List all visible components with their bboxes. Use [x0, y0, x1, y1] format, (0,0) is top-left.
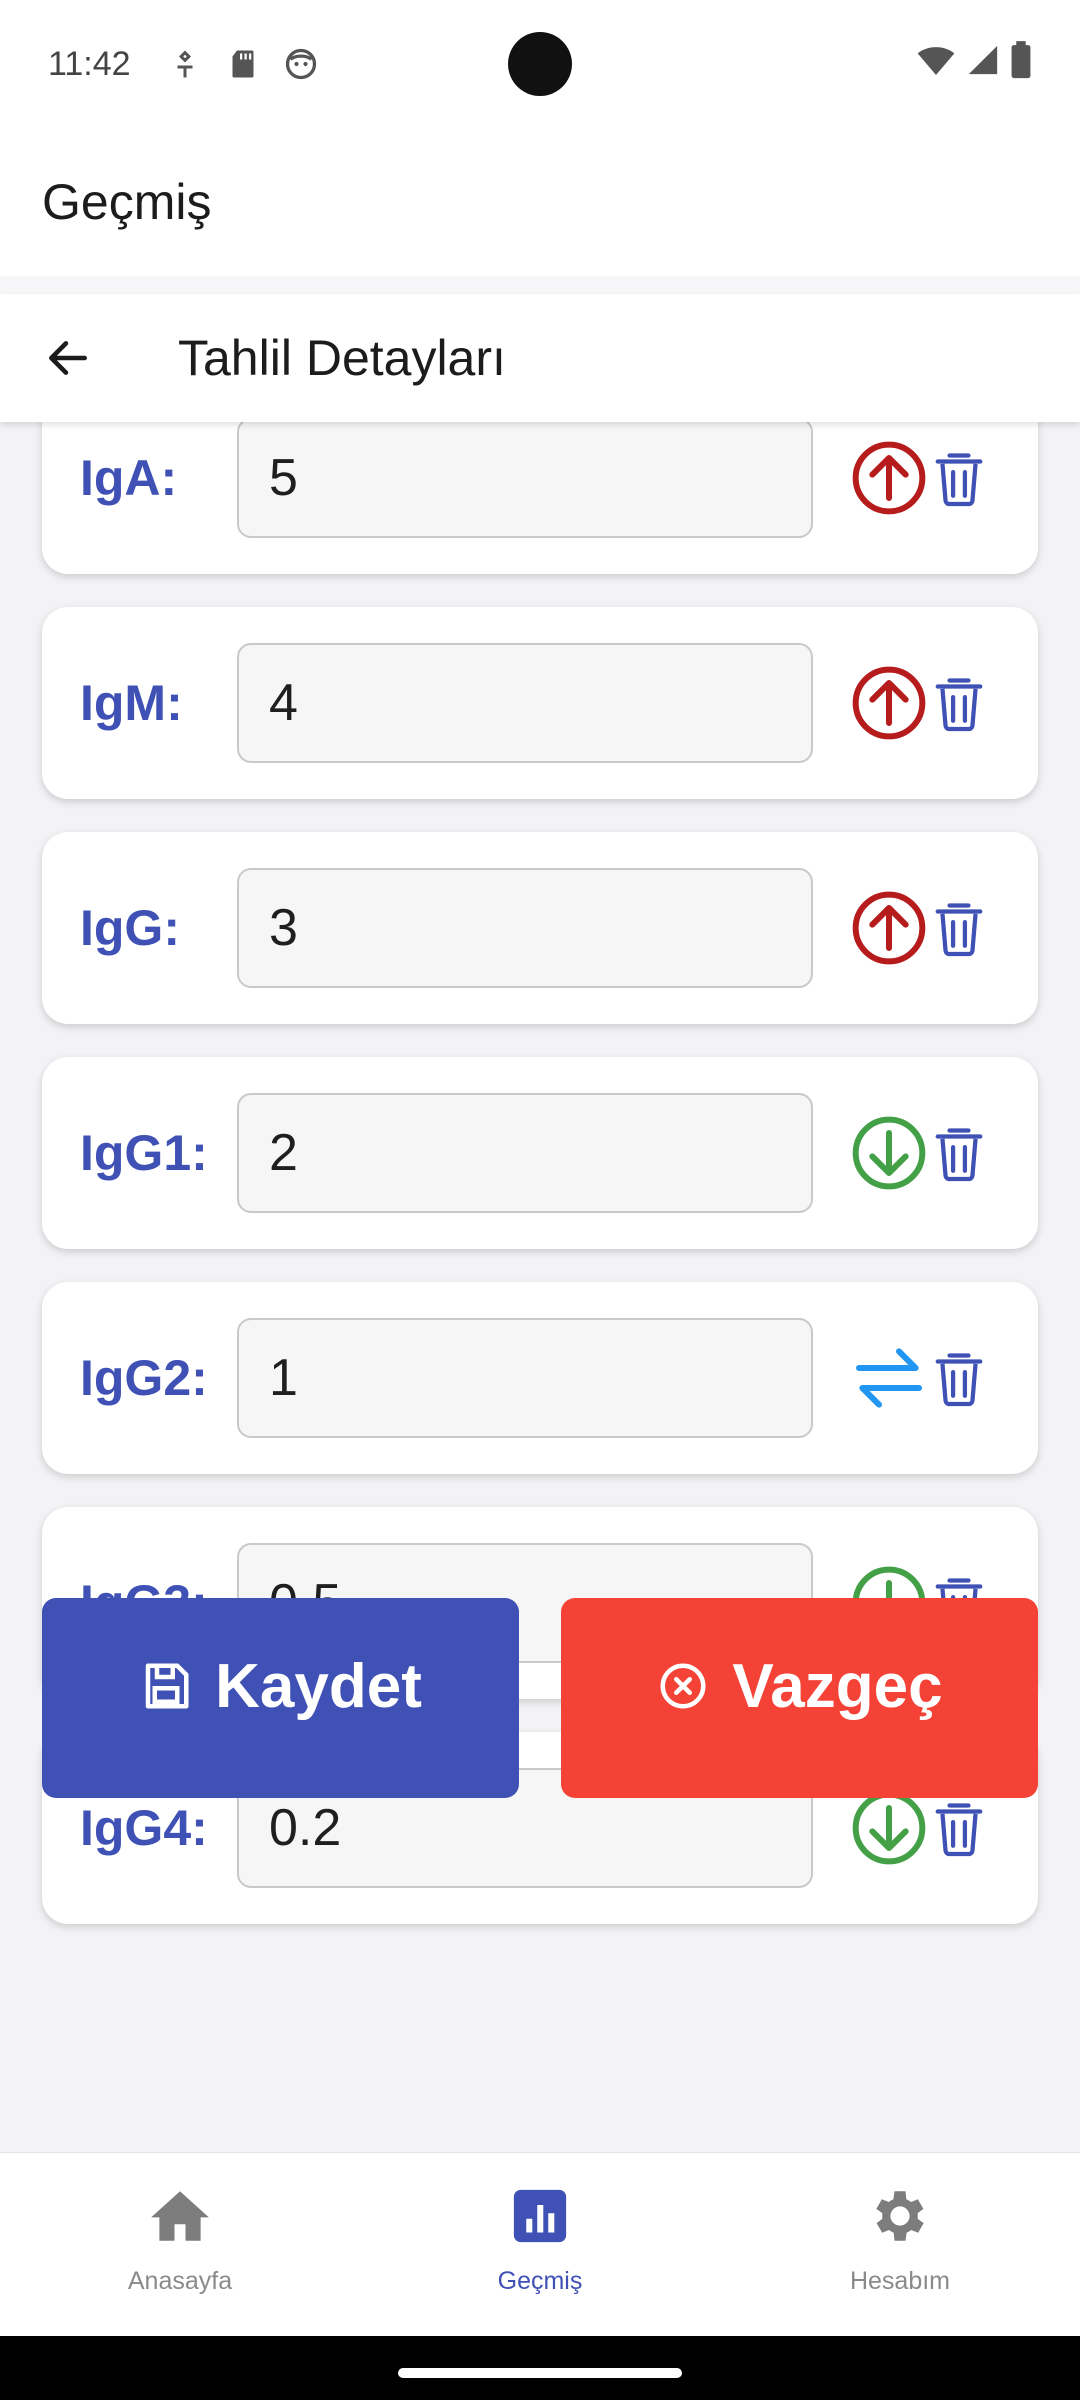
sd-card-icon	[232, 50, 254, 78]
arrow-up-circle-icon	[849, 888, 929, 968]
status-bar: 11:42	[0, 0, 1080, 128]
floppy-disk-icon	[145, 1663, 189, 1709]
nav-item-home[interactable]: Anasayfa	[0, 2153, 360, 2336]
signal-icon	[968, 45, 998, 75]
wifi-icon	[917, 47, 955, 75]
result-card: IgM: 4	[42, 607, 1038, 799]
result-value-input[interactable]: 5	[237, 422, 813, 538]
sub-header: Tahlil Detayları	[0, 294, 1080, 422]
accessibility-icon	[177, 50, 193, 78]
gear-icon	[876, 2191, 924, 2241]
result-label: IgM:	[80, 675, 183, 731]
result-card: IgG: 3	[42, 832, 1038, 1024]
cancel-button-label: Vazgeç	[732, 1651, 943, 1721]
status-notification-icons	[167, 46, 319, 82]
result-label: IgG1:	[80, 1125, 208, 1181]
trash-icon[interactable]	[931, 1347, 987, 1409]
result-label: IgG4:	[80, 1800, 208, 1856]
result-card: IgA: 5	[42, 422, 1038, 574]
arrow-up-circle-icon	[849, 663, 929, 743]
face-icon	[285, 48, 316, 80]
nav-label-history: Geçmiş	[497, 2267, 583, 2295]
result-value-input[interactable]: 3	[237, 868, 813, 988]
result-value-input[interactable]: 2	[237, 1093, 813, 1213]
trash-icon[interactable]	[931, 1797, 987, 1859]
page-title: Tahlil Detayları	[178, 330, 506, 386]
result-label: IgG2:	[80, 1350, 208, 1406]
close-circle-icon	[660, 1663, 706, 1709]
status-time: 11:42	[48, 44, 131, 83]
trash-icon[interactable]	[931, 672, 987, 734]
arrow-down-circle-icon	[849, 1788, 929, 1868]
result-value-input[interactable]: 4	[237, 643, 813, 763]
back-button[interactable]	[28, 318, 108, 398]
trash-icon[interactable]	[931, 447, 987, 509]
result-card: IgG1: 2	[42, 1057, 1038, 1249]
result-value-input[interactable]: 1	[237, 1318, 813, 1438]
result-label: IgG:	[80, 900, 180, 956]
nav-label-home: Anasayfa	[127, 2267, 233, 2295]
system-navigation-bar	[0, 2336, 1080, 2400]
chart-box-icon	[513, 2189, 567, 2243]
header-divider	[0, 276, 1080, 294]
save-button-label: Kaydet	[215, 1651, 422, 1721]
result-label: IgA:	[80, 450, 178, 506]
nav-label-account: Hesabım	[849, 2267, 951, 2295]
trash-icon[interactable]	[931, 1122, 987, 1184]
status-system-icons	[916, 40, 1032, 80]
app-bar-title: Geçmiş	[42, 174, 212, 230]
swap-horizontal-icon	[849, 1338, 929, 1418]
action-buttons: Kaydet Vazgeç	[42, 1598, 1038, 1798]
home-gesture-handle[interactable]	[398, 2368, 682, 2378]
results-scroll-area[interactable]: IgA:5IgM:4IgG:3IgG1:2IgG2:1IgG3:0.5IgG4:…	[0, 422, 1080, 2152]
nav-item-account[interactable]: Hesabım	[720, 2153, 1080, 2336]
app-bar: Geçmiş	[0, 128, 1080, 276]
camera-cutout	[508, 32, 572, 96]
cancel-button[interactable]: Vazgeç	[561, 1598, 1038, 1798]
save-button[interactable]: Kaydet	[42, 1598, 519, 1798]
nav-item-history[interactable]: Geçmiş	[360, 2153, 720, 2336]
battery-icon	[1011, 41, 1031, 79]
bottom-navigation: Anasayfa Geçmiş Hesabım	[0, 2152, 1080, 2336]
arrow-left-icon	[49, 341, 87, 375]
arrow-down-circle-icon	[849, 1113, 929, 1193]
result-card: IgG2: 1	[42, 1282, 1038, 1474]
trash-icon[interactable]	[931, 897, 987, 959]
arrow-up-circle-icon	[849, 438, 929, 518]
home-icon	[151, 2191, 209, 2241]
